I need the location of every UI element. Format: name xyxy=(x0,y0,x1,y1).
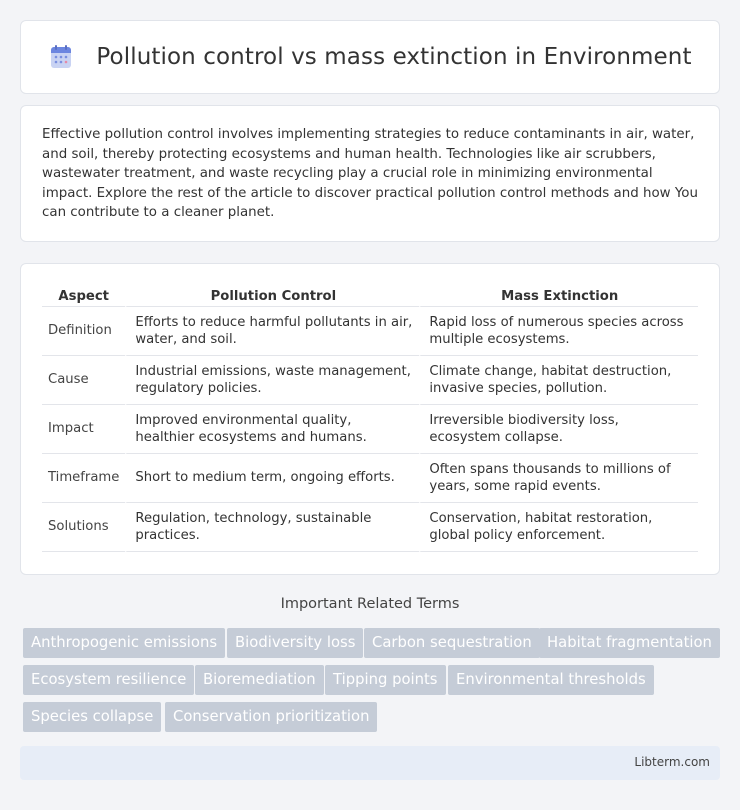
row-mass-extinction: Often spans thousands to millions of yea… xyxy=(419,454,698,503)
row-aspect: Cause xyxy=(42,356,126,405)
document-list-icon xyxy=(51,45,72,68)
table-row: Solutions Regulation, technology, sustai… xyxy=(42,503,698,552)
row-mass-extinction: Irreversible biodiversity loss, ecosyste… xyxy=(419,405,698,454)
row-mass-extinction: Climate change, habitat destruction, inv… xyxy=(419,356,698,405)
page-title: Pollution control vs mass extinction in … xyxy=(96,44,692,70)
tag-habitat-fragmentation[interactable]: Habitat fragmentation xyxy=(539,628,720,658)
footer-site-link[interactable]: Libterm.com xyxy=(634,755,710,769)
header-mass-extinction: Mass Extinction xyxy=(419,286,698,307)
row-pollution-control: Improved environmental quality, healthie… xyxy=(125,405,420,454)
comparison-card: Aspect Pollution Control Mass Extinction… xyxy=(20,263,720,575)
row-aspect: Impact xyxy=(42,405,126,454)
intro-text: Effective pollution control involves imp… xyxy=(42,127,698,220)
header-pollution-control: Pollution Control xyxy=(125,286,420,307)
row-pollution-control: Industrial emissions, waste management, … xyxy=(125,356,420,405)
row-aspect: Timeframe xyxy=(42,454,126,503)
header-card: Pollution control vs mass extinction in … xyxy=(20,20,720,94)
related-terms-title: Important Related Terms xyxy=(280,596,460,612)
row-aspect: Definition xyxy=(42,307,126,356)
table-row: Timeframe Short to medium term, ongoing … xyxy=(42,454,698,503)
row-aspect: Solutions xyxy=(42,503,126,552)
row-mass-extinction: Conservation, habitat restoration, globa… xyxy=(419,503,698,552)
tag-bioremediation[interactable]: Bioremediation xyxy=(195,665,324,695)
table-header-row: Aspect Pollution Control Mass Extinction xyxy=(42,286,698,307)
row-pollution-control: Short to medium term, ongoing efforts. xyxy=(125,454,420,503)
table-row: Cause Industrial emissions, waste manage… xyxy=(42,356,698,405)
tag-species-collapse[interactable]: Species collapse xyxy=(23,702,162,732)
tag-anthropogenic-emissions[interactable]: Anthropogenic emissions xyxy=(23,628,226,658)
tag-carbon-sequestration[interactable]: Carbon sequestration xyxy=(364,628,540,658)
row-pollution-control: Regulation, technology, sustainable prac… xyxy=(125,503,420,552)
table-row: Impact Improved environmental quality, h… xyxy=(42,405,698,454)
row-mass-extinction: Rapid loss of numerous species across mu… xyxy=(419,307,698,356)
tag-environmental-thresholds[interactable]: Environmental thresholds xyxy=(448,665,654,695)
row-pollution-control: Efforts to reduce harmful pollutants in … xyxy=(125,307,420,356)
tag-biodiversity-loss[interactable]: Biodiversity loss xyxy=(227,628,364,658)
comparison-table: Aspect Pollution Control Mass Extinction… xyxy=(42,286,698,552)
intro-card: Effective pollution control involves imp… xyxy=(20,105,720,242)
tag-tipping-points[interactable]: Tipping points xyxy=(325,665,446,695)
tag-ecosystem-resilience[interactable]: Ecosystem resilience xyxy=(23,665,195,695)
tag-conservation-prioritization[interactable]: Conservation prioritization xyxy=(165,702,378,732)
header-aspect: Aspect xyxy=(42,286,126,307)
table-row: Definition Efforts to reduce harmful pol… xyxy=(42,307,698,356)
footer: Libterm.com xyxy=(20,746,720,780)
